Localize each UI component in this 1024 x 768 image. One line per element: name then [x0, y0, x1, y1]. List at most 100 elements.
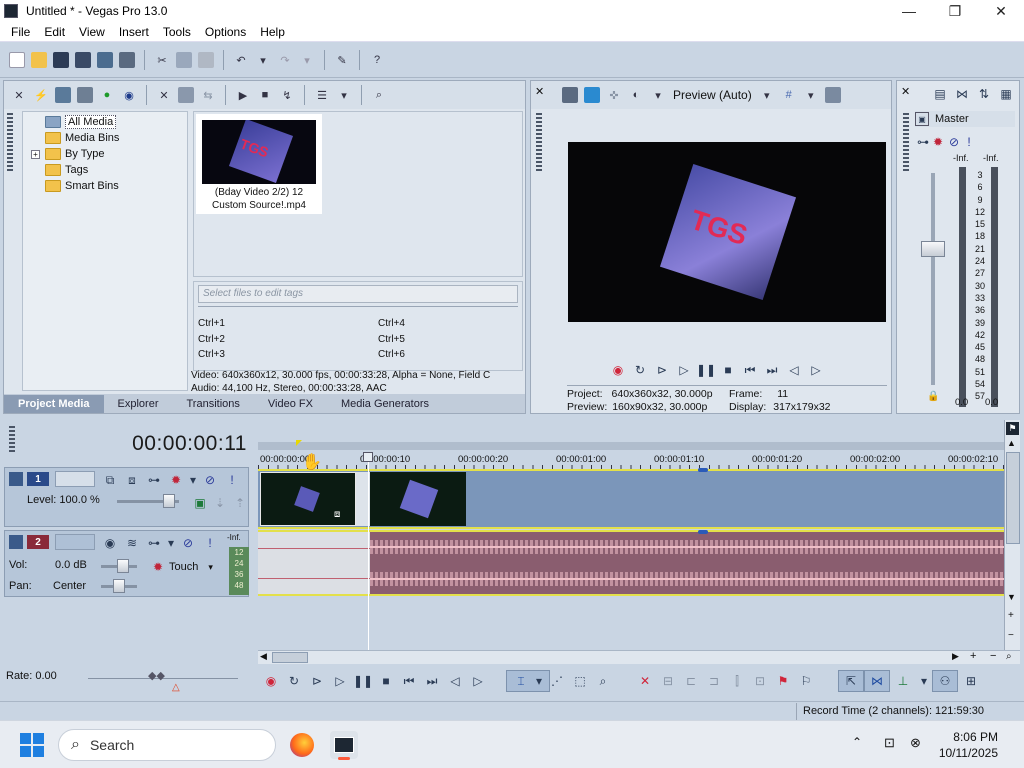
pause-icon[interactable]: ❚❚ — [696, 361, 716, 379]
track-name-field[interactable] — [55, 534, 95, 550]
split-screen-icon[interactable]: ◐ — [628, 87, 644, 103]
arm-record-icon[interactable]: ◉ — [101, 534, 119, 552]
panel-close-icon[interactable]: ✕ — [11, 87, 27, 103]
marker-bar[interactable] — [258, 442, 1004, 450]
track-expand-icon[interactable] — [9, 535, 23, 549]
zoom-in-horizontal-icon[interactable]: + — [970, 650, 976, 662]
menu-options[interactable]: Options — [198, 25, 253, 39]
dim-output-icon[interactable]: ⇅ — [975, 85, 993, 103]
cut-icon[interactable]: ✂ — [154, 52, 170, 68]
track-fx-dropdown-icon[interactable]: ▾ — [167, 534, 175, 552]
tag-shortcut-1[interactable]: Ctrl+1 — [198, 318, 225, 329]
tree-item-smart-bins[interactable]: Smart Bins — [27, 178, 187, 194]
undo-icon[interactable]: ↶ — [233, 52, 249, 68]
track-name-field[interactable] — [55, 471, 95, 487]
master-gear-icon[interactable]: ✹ — [931, 133, 945, 151]
event-pan-crop-icon[interactable]: ⧈ — [334, 509, 346, 521]
extract-audio-icon[interactable] — [77, 87, 93, 103]
play-from-start-icon[interactable]: ⊳ — [308, 672, 326, 690]
master-fader-track[interactable] — [931, 173, 935, 385]
undo-dropdown-icon[interactable]: ▾ — [255, 52, 271, 68]
automation-gear-icon[interactable]: ✹ — [151, 558, 165, 576]
track-motion-icon[interactable]: ⊶ — [145, 471, 163, 489]
zoom-out-vertical-icon[interactable]: − — [1008, 630, 1014, 641]
compositing-mode-icon[interactable]: ⧉ — [101, 471, 119, 489]
timeline-horizontal-scrollbar[interactable]: ◀ ▶ + − ⌕ — [258, 650, 1020, 664]
overlays-icon[interactable]: # — [781, 87, 797, 103]
go-to-start-icon[interactable]: ⏮ — [741, 361, 759, 379]
tree-item-by-type[interactable]: + By Type — [27, 146, 187, 162]
tree-item-all-media[interactable]: All Media — [27, 114, 187, 130]
split-dropdown-icon[interactable]: ▾ — [650, 87, 666, 103]
audio-event-1[interactable] — [258, 532, 370, 594]
tag-shortcut-3[interactable]: Ctrl+3 — [198, 349, 225, 360]
taskbar-clock[interactable]: 8:06 PM 10/11/2025 — [939, 729, 998, 761]
track-fx-dropdown-icon[interactable]: ▾ — [189, 471, 197, 489]
mute-icon[interactable]: ⊘ — [179, 534, 197, 552]
scroll-down-icon[interactable]: ▼ — [1007, 592, 1016, 602]
minimize-button[interactable]: — — [886, 0, 932, 22]
audio-track-lane[interactable] — [258, 530, 1004, 596]
enable-snapping-icon[interactable]: ⇱ — [842, 672, 860, 690]
maximize-button[interactable]: ❐ — [932, 0, 978, 22]
previous-frame-icon[interactable]: ◁ — [446, 672, 464, 690]
remove-media-icon[interactable]: ✕ — [156, 87, 172, 103]
menu-tools[interactable]: Tools — [156, 25, 198, 39]
play-icon[interactable]: ▷ — [331, 672, 349, 690]
paste-icon[interactable] — [198, 52, 214, 68]
start-button[interactable] — [20, 733, 44, 757]
envelope-tool-icon[interactable]: ⋰ — [548, 672, 566, 690]
scroll-right-icon[interactable]: ▶ — [952, 651, 959, 662]
timeline-grip[interactable] — [9, 426, 15, 454]
preview-fx-icon[interactable]: ✜ — [606, 87, 622, 103]
redo-icon[interactable]: ↷ — [277, 52, 293, 68]
search-icon[interactable]: ⌕ — [371, 87, 387, 103]
loop-playback-icon[interactable]: ↻ — [631, 361, 649, 379]
zoom-tool-icon[interactable]: ⌕ — [1006, 651, 1012, 662]
downmix-icon[interactable]: ⋈ — [953, 85, 971, 103]
master-mute-icon[interactable]: ⊘ — [947, 133, 961, 151]
tags-input[interactable]: Select files to edit tags — [198, 285, 518, 303]
go-to-end-icon[interactable]: ⏭ — [423, 672, 441, 690]
stop-media-icon[interactable]: ■ — [257, 87, 273, 103]
menu-file[interactable]: File — [4, 25, 37, 39]
network-icon[interactable]: ⊡ — [884, 735, 895, 751]
horizontal-scroll-thumb[interactable] — [272, 652, 308, 663]
menu-insert[interactable]: Insert — [112, 25, 156, 39]
close-button[interactable]: ✕ — [978, 0, 1024, 22]
tree-item-tags[interactable]: Tags — [27, 162, 187, 178]
tab-video-fx[interactable]: Video FX — [254, 398, 327, 410]
ignore-event-grouping-icon[interactable]: ⊞ — [962, 672, 980, 690]
tree-item-media-bins[interactable]: Media Bins — [27, 130, 187, 146]
save-icon[interactable] — [53, 52, 69, 68]
panel-grip[interactable] — [903, 113, 909, 173]
preview-quality-dropdown[interactable]: Preview (Auto) — [673, 88, 752, 102]
selection-tool-icon[interactable]: ⬚ — [571, 672, 589, 690]
solo-icon[interactable]: ! — [201, 534, 219, 552]
master-close-icon[interactable]: ✕ — [901, 85, 910, 98]
video-event-2[interactable] — [370, 472, 466, 526]
taskbar-search[interactable]: ⌕ Search — [58, 729, 276, 761]
show-hidden-icons-chevron-icon[interactable]: ⌃ — [852, 735, 862, 749]
auto-preview-icon[interactable]: ↯ — [279, 87, 295, 103]
pause-icon[interactable]: ❚❚ — [353, 672, 373, 690]
mute-icon[interactable]: ⊘ — [201, 471, 219, 489]
trim-icon[interactable]: ⊟ — [659, 672, 677, 690]
trim-end-icon[interactable]: ⊐ — [705, 672, 723, 690]
preview-properties-icon[interactable] — [562, 87, 578, 103]
timeline-vertical-scrollbar[interactable]: ⚑ ▲ ▼ + − — [1004, 420, 1020, 650]
make-compositing-parent-icon[interactable]: ⇡ — [231, 494, 249, 512]
master-insert-fx-icon[interactable]: ⊶ — [917, 133, 929, 151]
panel-grip[interactable] — [7, 113, 13, 173]
split-icon[interactable]: ⫿ — [728, 672, 746, 690]
loop-region-marker[interactable] — [296, 440, 302, 446]
redo-dropdown-icon[interactable]: ▾ — [299, 52, 315, 68]
menu-view[interactable]: View — [72, 25, 112, 39]
automation-mode[interactable]: Touch — [169, 561, 198, 573]
playhead-cursor[interactable] — [368, 452, 369, 650]
help-pointer-icon[interactable]: ? — [369, 52, 385, 68]
tag-shortcut-2[interactable]: Ctrl+2 — [198, 334, 225, 345]
insert-region-icon[interactable]: ⚐ — [797, 672, 815, 690]
menu-help[interactable]: Help — [253, 25, 292, 39]
tag-shortcut-5[interactable]: Ctrl+5 — [378, 334, 405, 345]
